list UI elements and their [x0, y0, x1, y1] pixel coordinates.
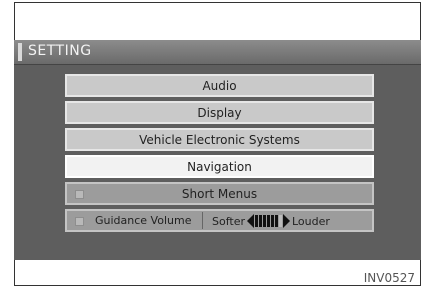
volume-bar-segment	[263, 215, 266, 227]
menu-item-navigation[interactable]: Navigation	[65, 155, 374, 178]
volume-bar-segment	[267, 215, 270, 227]
menu-item-vehicle-electronic-systems[interactable]: Vehicle Electronic Systems	[65, 128, 374, 151]
menu-item-short-menus-label: Short Menus	[181, 186, 258, 201]
separator	[202, 212, 203, 229]
menu-item-short-menus[interactable]: Short Menus	[65, 182, 374, 205]
menu-item-audio[interactable]: Audio	[65, 74, 374, 97]
volume-bar-segment	[255, 215, 258, 227]
menu-item-display[interactable]: Display	[65, 101, 374, 124]
title-accent	[18, 43, 22, 61]
settings-screen: SETTING Audio Display Vehicle Electronic…	[14, 40, 421, 260]
checkbox-indicator[interactable]	[75, 190, 84, 199]
settings-menu: Audio Display Vehicle Electronic Systems…	[65, 74, 374, 236]
checkbox-indicator[interactable]	[75, 217, 84, 226]
menu-item-audio-label: Audio	[202, 78, 237, 93]
volume-bar-segment	[275, 215, 278, 227]
page-title: SETTING	[28, 43, 92, 59]
increase-arrow-icon[interactable]	[283, 214, 290, 228]
volume-level-bars	[255, 215, 282, 227]
softer-label: Softer	[212, 214, 245, 228]
menu-item-vehicle-electronic-systems-label: Vehicle Electronic Systems	[139, 132, 300, 147]
guidance-volume-control: Softer Louder	[212, 214, 330, 228]
volume-bar-segment	[271, 215, 274, 227]
decrease-arrow-icon[interactable]	[247, 214, 254, 228]
menu-item-navigation-label: Navigation	[187, 159, 252, 174]
title-bar: SETTING	[14, 40, 421, 65]
guidance-volume-label: Guidance Volume	[95, 214, 192, 227]
louder-label: Louder	[292, 214, 330, 228]
menu-item-display-label: Display	[197, 105, 242, 120]
volume-bar-segment	[259, 215, 262, 227]
menu-item-guidance-volume[interactable]: Guidance Volume Softer Louder	[65, 209, 374, 232]
figure-caption: INV0527	[363, 271, 415, 285]
volume-bar-segment	[279, 215, 282, 227]
